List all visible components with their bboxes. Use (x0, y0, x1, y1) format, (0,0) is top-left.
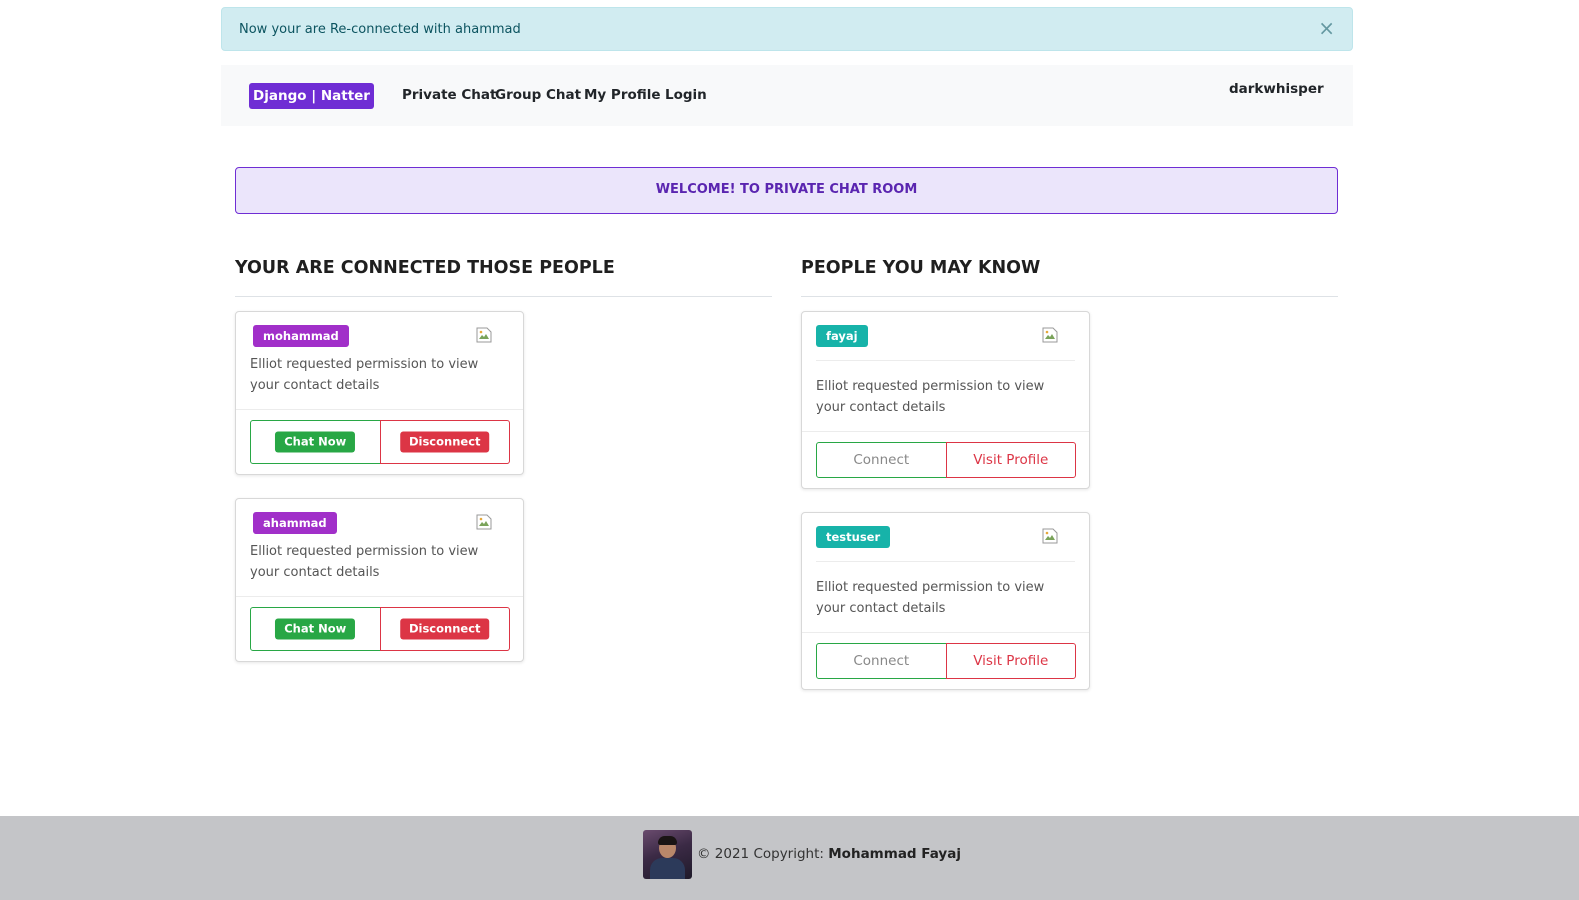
nav-group-chat[interactable]: Group Chat (495, 87, 581, 103)
brand-logo[interactable]: Django | Natter (249, 83, 374, 109)
broken-image-icon (476, 327, 492, 343)
footer: © 2021 Copyright: Mohammad Fayaj (0, 816, 1579, 900)
nav-my-profile[interactable]: My Profile (584, 87, 661, 103)
visit-profile-button[interactable]: Visit Profile (973, 653, 1048, 669)
disconnect-button[interactable]: Disconnect (399, 618, 490, 640)
user-badge: ahammad (253, 512, 337, 534)
copyright-prefix: © 2021 Copyright: (697, 846, 824, 862)
author-avatar (643, 830, 692, 879)
chat-now-cell: Chat Now (250, 420, 381, 464)
card-actions: Connect Visit Profile (816, 442, 1076, 478)
card-description: Elliot requested permission to view your… (250, 544, 479, 580)
disconnect-cell: Disconnect (379, 420, 510, 464)
card-divider (802, 431, 1089, 432)
navbar: Django | Natter Private Chat Group Chat … (221, 65, 1353, 126)
chat-now-button[interactable]: Chat Now (275, 431, 356, 453)
nav-login[interactable]: Login (665, 87, 707, 103)
chat-now-button[interactable]: Chat Now (275, 618, 356, 640)
card-actions: Chat Now Disconnect (250, 420, 510, 464)
connected-card: ahammad Elliot requested permission to v… (235, 498, 524, 662)
card-description: Elliot requested permission to view your… (816, 580, 1045, 616)
visit-profile-cell[interactable]: Visit Profile (945, 643, 1076, 679)
card-header-divider (816, 561, 1075, 562)
visit-profile-cell[interactable]: Visit Profile (945, 442, 1076, 478)
user-badge: mohammad (253, 325, 349, 347)
reconnect-alert: Now your are Re-connected with ahammad × (221, 7, 1353, 51)
card-divider (236, 409, 523, 410)
alert-message: Now your are Re-connected with ahammad (239, 22, 521, 37)
current-username[interactable]: darkwhisper (1229, 81, 1324, 97)
visit-profile-button[interactable]: Visit Profile (973, 452, 1048, 468)
card-header-divider (816, 360, 1075, 361)
copyright-text: © 2021 Copyright: Mohammad Fayaj (697, 846, 961, 862)
user-badge: testuser (816, 526, 891, 548)
broken-image-icon (1042, 327, 1058, 343)
disconnect-cell: Disconnect (379, 607, 510, 651)
chat-now-cell: Chat Now (250, 607, 381, 651)
broken-image-icon (476, 514, 492, 530)
card-divider (802, 632, 1089, 633)
user-badge: fayaj (816, 325, 868, 347)
connected-divider (235, 296, 772, 297)
card-actions: Connect Visit Profile (816, 643, 1076, 679)
disconnect-button[interactable]: Disconnect (399, 431, 490, 453)
card-actions: Chat Now Disconnect (250, 607, 510, 651)
suggestions-section-title: PEOPLE YOU MAY KNOW (801, 258, 1041, 278)
suggestions-divider (801, 296, 1338, 297)
connect-cell[interactable]: Connect (816, 442, 947, 478)
connected-section-title: YOUR ARE CONNECTED THOSE PEOPLE (235, 258, 615, 278)
suggestion-card: fayaj Elliot requested permission to vie… (801, 311, 1090, 489)
nav-private-chat[interactable]: Private Chat (402, 87, 496, 103)
card-divider (236, 596, 523, 597)
connect-cell[interactable]: Connect (816, 643, 947, 679)
connected-card: mohammad Elliot requested permission to … (235, 311, 524, 475)
connect-button[interactable]: Connect (853, 653, 909, 669)
copyright-author: Mohammad Fayaj (828, 846, 961, 862)
welcome-banner: WELCOME! TO PRIVATE CHAT ROOM (235, 167, 1338, 214)
card-description: Elliot requested permission to view your… (816, 379, 1045, 415)
broken-image-icon (1042, 528, 1058, 544)
connect-button[interactable]: Connect (853, 452, 909, 468)
close-icon[interactable]: × (1318, 18, 1335, 38)
suggestion-card: testuser Elliot requested permission to … (801, 512, 1090, 690)
card-description: Elliot requested permission to view your… (250, 357, 479, 393)
